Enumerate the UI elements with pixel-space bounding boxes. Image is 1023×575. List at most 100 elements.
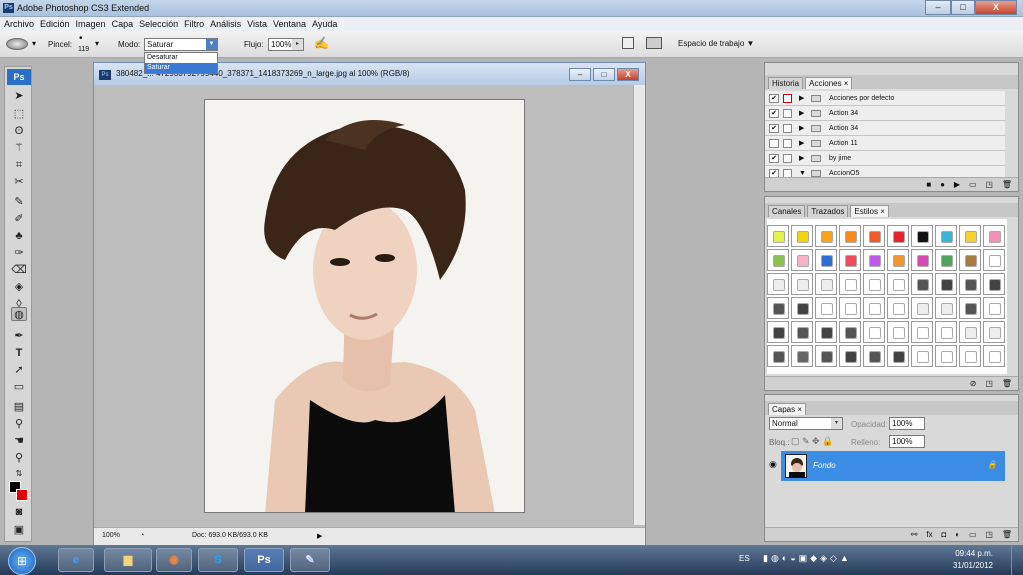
status-arrow-icon[interactable]: ▶ — [317, 532, 322, 540]
menu-ventana[interactable]: Ventana — [273, 17, 306, 31]
dialog-toggle-icon[interactable] — [783, 169, 792, 177]
sponge-tool-preset-icon[interactable] — [6, 38, 28, 50]
tab-styles[interactable]: Estilos × — [850, 205, 889, 217]
dialog-toggle-icon[interactable] — [783, 154, 792, 163]
style-swatch[interactable] — [887, 273, 909, 295]
expand-arrow-icon[interactable]: ▼ — [799, 166, 806, 177]
style-swatch[interactable] — [815, 225, 837, 247]
style-swatch[interactable] — [959, 273, 981, 295]
dialog-toggle-icon[interactable] — [783, 139, 792, 148]
style-swatch[interactable] — [839, 249, 861, 271]
mode-option-desaturar[interactable]: Desaturar — [145, 53, 217, 63]
flow-input[interactable]: 100% ▸ — [268, 38, 304, 51]
magic-wand-tool-icon[interactable]: ⚚ — [11, 141, 27, 155]
style-swatch[interactable] — [839, 345, 861, 367]
clear-style-icon[interactable]: ⊘ — [970, 379, 977, 388]
workspace-menu[interactable]: Espacio de trabajo ▼ — [678, 39, 754, 48]
style-swatch[interactable] — [935, 273, 957, 295]
style-swatch[interactable] — [959, 225, 981, 247]
action-checkbox[interactable] — [769, 139, 779, 148]
menu-ayuda[interactable]: Ayuda — [312, 17, 337, 31]
minimize-button[interactable]: – — [925, 0, 951, 15]
style-swatch[interactable] — [911, 249, 933, 271]
photoshop-logo-icon[interactable]: Ps — [7, 69, 31, 85]
zoom-icon[interactable]: ◔ — [140, 532, 144, 539]
mode-select[interactable]: Saturar ▼ — [144, 38, 218, 51]
document-minimize-button[interactable]: – — [569, 68, 591, 81]
style-swatch[interactable] — [863, 321, 885, 343]
document-maximize-button[interactable]: □ — [593, 68, 615, 81]
style-swatch[interactable] — [959, 297, 981, 319]
style-swatch[interactable] — [791, 345, 813, 367]
tab-layers[interactable]: Capas × — [768, 403, 807, 415]
style-swatch[interactable] — [839, 297, 861, 319]
style-swatch[interactable] — [815, 297, 837, 319]
maximize-button[interactable]: □ — [951, 0, 975, 15]
style-swatch[interactable] — [815, 321, 837, 343]
healing-brush-tool-icon[interactable]: ✎ — [11, 195, 27, 209]
style-swatch[interactable] — [911, 321, 933, 343]
link-layers-icon[interactable]: ⚯ — [911, 530, 918, 539]
history-brush-tool-icon[interactable]: ✑ — [11, 246, 27, 260]
play-icon[interactable]: ▶ — [954, 180, 960, 189]
style-swatch[interactable] — [791, 273, 813, 295]
bridge-icon[interactable] — [646, 37, 662, 49]
zoom-tool-icon[interactable]: ⚲ — [11, 451, 27, 465]
style-swatch[interactable] — [983, 225, 1005, 247]
brush-dropdown-icon[interactable]: ▾ — [95, 39, 99, 48]
photoshop-taskbar-button[interactable]: Ps — [244, 548, 284, 572]
style-swatch[interactable] — [959, 321, 981, 343]
type-tool-icon[interactable]: T — [11, 346, 27, 360]
action-set-row[interactable]: ✔ ▼ AccionO5 — [765, 166, 1005, 177]
style-swatch[interactable] — [911, 297, 933, 319]
style-swatch[interactable] — [887, 225, 909, 247]
blend-mode-select[interactable]: Normal ▾ — [769, 417, 843, 430]
notes-tool-icon[interactable]: ▤ — [11, 400, 27, 414]
style-swatch[interactable] — [887, 345, 909, 367]
style-swatch[interactable] — [839, 273, 861, 295]
sponge-tool-icon[interactable]: ◍ — [11, 307, 27, 321]
style-swatch[interactable] — [791, 249, 813, 271]
tab-paths[interactable]: Trazados — [807, 205, 849, 217]
move-tool-icon[interactable]: ➤ — [11, 89, 27, 103]
menu-edicion[interactable]: Edición — [40, 17, 70, 31]
clock-time[interactable]: 09:44 p.m. — [955, 549, 993, 558]
new-action-icon[interactable]: ◳ — [985, 180, 993, 189]
document-canvas-photo[interactable] — [204, 99, 525, 513]
action-set-row[interactable]: ▶ Action 11 — [765, 136, 1005, 151]
style-swatch[interactable] — [863, 297, 885, 319]
expand-arrow-icon[interactable]: ▶ — [799, 121, 804, 136]
style-swatch[interactable] — [791, 321, 813, 343]
pen-tool-icon[interactable]: ✒ — [11, 329, 27, 343]
close-button[interactable]: X — [975, 0, 1017, 15]
expand-arrow-icon[interactable]: ▶ — [799, 136, 804, 151]
tab-history[interactable]: Historia — [768, 77, 804, 89]
style-swatch[interactable] — [959, 345, 981, 367]
action-set-row[interactable]: ✔ ▶ Action 34 — [765, 121, 1005, 136]
swap-colors-icon[interactable]: ⇅ — [11, 467, 27, 481]
menu-filtro[interactable]: Filtro — [184, 17, 204, 31]
airbrush-icon[interactable]: ✍ — [314, 36, 329, 50]
style-swatch[interactable] — [935, 249, 957, 271]
trash-icon[interactable]: 🗑 — [1002, 180, 1012, 189]
tab-actions[interactable]: Acciones × — [805, 77, 853, 89]
style-swatch[interactable] — [815, 249, 837, 271]
style-swatch[interactable] — [887, 249, 909, 271]
expand-arrow-icon[interactable]: ▶ — [799, 106, 804, 121]
new-style-icon[interactable]: ◳ — [985, 379, 993, 388]
layer-mask-icon[interactable]: ◘ — [941, 530, 946, 539]
style-swatch[interactable] — [815, 273, 837, 295]
start-button[interactable]: ⊞ — [8, 547, 36, 575]
clone-stamp-tool-icon[interactable]: ♣ — [11, 229, 27, 243]
stop-icon[interactable]: ■ — [926, 180, 931, 189]
chevron-down-icon[interactable]: ▼ — [206, 39, 217, 50]
paint-bucket-tool-icon[interactable]: ◈ — [11, 280, 27, 294]
tab-channels[interactable]: Canales — [768, 205, 806, 217]
style-swatch[interactable] — [863, 249, 885, 271]
language-indicator[interactable]: ES — [739, 554, 750, 563]
menu-archivo[interactable]: Archivo — [4, 17, 34, 31]
style-swatch[interactable] — [767, 321, 789, 343]
adjustment-layer-icon[interactable]: ◐ — [955, 530, 960, 539]
style-swatch[interactable] — [911, 225, 933, 247]
background-color-swatch[interactable] — [16, 489, 28, 501]
